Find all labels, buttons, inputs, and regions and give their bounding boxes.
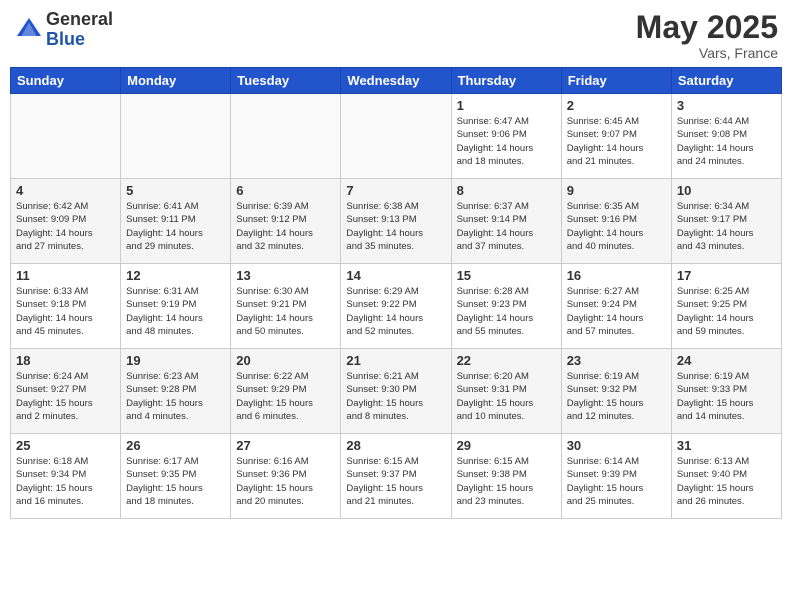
col-sunday: Sunday bbox=[11, 68, 121, 94]
table-row bbox=[231, 94, 341, 179]
col-monday: Monday bbox=[121, 68, 231, 94]
table-row: 24Sunrise: 6:19 AM Sunset: 9:33 PM Dayli… bbox=[671, 349, 781, 434]
logo-icon bbox=[14, 15, 44, 45]
table-row: 17Sunrise: 6:25 AM Sunset: 9:25 PM Dayli… bbox=[671, 264, 781, 349]
table-row: 13Sunrise: 6:30 AM Sunset: 9:21 PM Dayli… bbox=[231, 264, 341, 349]
month-year: May 2025 bbox=[636, 10, 778, 45]
table-row: 27Sunrise: 6:16 AM Sunset: 9:36 PM Dayli… bbox=[231, 434, 341, 519]
table-row: 4Sunrise: 6:42 AM Sunset: 9:09 PM Daylig… bbox=[11, 179, 121, 264]
location: Vars, France bbox=[636, 45, 778, 61]
table-row bbox=[121, 94, 231, 179]
table-row: 16Sunrise: 6:27 AM Sunset: 9:24 PM Dayli… bbox=[561, 264, 671, 349]
logo: General Blue bbox=[14, 10, 113, 50]
table-row: 11Sunrise: 6:33 AM Sunset: 9:18 PM Dayli… bbox=[11, 264, 121, 349]
col-friday: Friday bbox=[561, 68, 671, 94]
table-row: 26Sunrise: 6:17 AM Sunset: 9:35 PM Dayli… bbox=[121, 434, 231, 519]
col-wednesday: Wednesday bbox=[341, 68, 451, 94]
table-row: 12Sunrise: 6:31 AM Sunset: 9:19 PM Dayli… bbox=[121, 264, 231, 349]
col-thursday: Thursday bbox=[451, 68, 561, 94]
table-row: 22Sunrise: 6:20 AM Sunset: 9:31 PM Dayli… bbox=[451, 349, 561, 434]
col-tuesday: Tuesday bbox=[231, 68, 341, 94]
logo-blue: Blue bbox=[46, 30, 113, 50]
logo-text: General Blue bbox=[46, 10, 113, 50]
table-row: 28Sunrise: 6:15 AM Sunset: 9:37 PM Dayli… bbox=[341, 434, 451, 519]
table-row: 30Sunrise: 6:14 AM Sunset: 9:39 PM Dayli… bbox=[561, 434, 671, 519]
table-row: 2Sunrise: 6:45 AM Sunset: 9:07 PM Daylig… bbox=[561, 94, 671, 179]
table-row: 14Sunrise: 6:29 AM Sunset: 9:22 PM Dayli… bbox=[341, 264, 451, 349]
table-row: 31Sunrise: 6:13 AM Sunset: 9:40 PM Dayli… bbox=[671, 434, 781, 519]
table-row: 7Sunrise: 6:38 AM Sunset: 9:13 PM Daylig… bbox=[341, 179, 451, 264]
header-row: Sunday Monday Tuesday Wednesday Thursday… bbox=[11, 68, 782, 94]
table-row: 10Sunrise: 6:34 AM Sunset: 9:17 PM Dayli… bbox=[671, 179, 781, 264]
table-row: 6Sunrise: 6:39 AM Sunset: 9:12 PM Daylig… bbox=[231, 179, 341, 264]
table-row: 1Sunrise: 6:47 AM Sunset: 9:06 PM Daylig… bbox=[451, 94, 561, 179]
table-row: 18Sunrise: 6:24 AM Sunset: 9:27 PM Dayli… bbox=[11, 349, 121, 434]
col-saturday: Saturday bbox=[671, 68, 781, 94]
calendar-table: Sunday Monday Tuesday Wednesday Thursday… bbox=[10, 67, 782, 519]
table-row: 21Sunrise: 6:21 AM Sunset: 9:30 PM Dayli… bbox=[341, 349, 451, 434]
title-block: May 2025 Vars, France bbox=[636, 10, 778, 61]
table-row: 5Sunrise: 6:41 AM Sunset: 9:11 PM Daylig… bbox=[121, 179, 231, 264]
table-row bbox=[341, 94, 451, 179]
table-row: 9Sunrise: 6:35 AM Sunset: 9:16 PM Daylig… bbox=[561, 179, 671, 264]
page-header: General Blue May 2025 Vars, France bbox=[10, 10, 782, 61]
table-row: 20Sunrise: 6:22 AM Sunset: 9:29 PM Dayli… bbox=[231, 349, 341, 434]
table-row: 29Sunrise: 6:15 AM Sunset: 9:38 PM Dayli… bbox=[451, 434, 561, 519]
table-row: 15Sunrise: 6:28 AM Sunset: 9:23 PM Dayli… bbox=[451, 264, 561, 349]
table-row: 3Sunrise: 6:44 AM Sunset: 9:08 PM Daylig… bbox=[671, 94, 781, 179]
table-row bbox=[11, 94, 121, 179]
table-row: 19Sunrise: 6:23 AM Sunset: 9:28 PM Dayli… bbox=[121, 349, 231, 434]
logo-general: General bbox=[46, 10, 113, 30]
table-row: 25Sunrise: 6:18 AM Sunset: 9:34 PM Dayli… bbox=[11, 434, 121, 519]
table-row: 8Sunrise: 6:37 AM Sunset: 9:14 PM Daylig… bbox=[451, 179, 561, 264]
table-row: 23Sunrise: 6:19 AM Sunset: 9:32 PM Dayli… bbox=[561, 349, 671, 434]
